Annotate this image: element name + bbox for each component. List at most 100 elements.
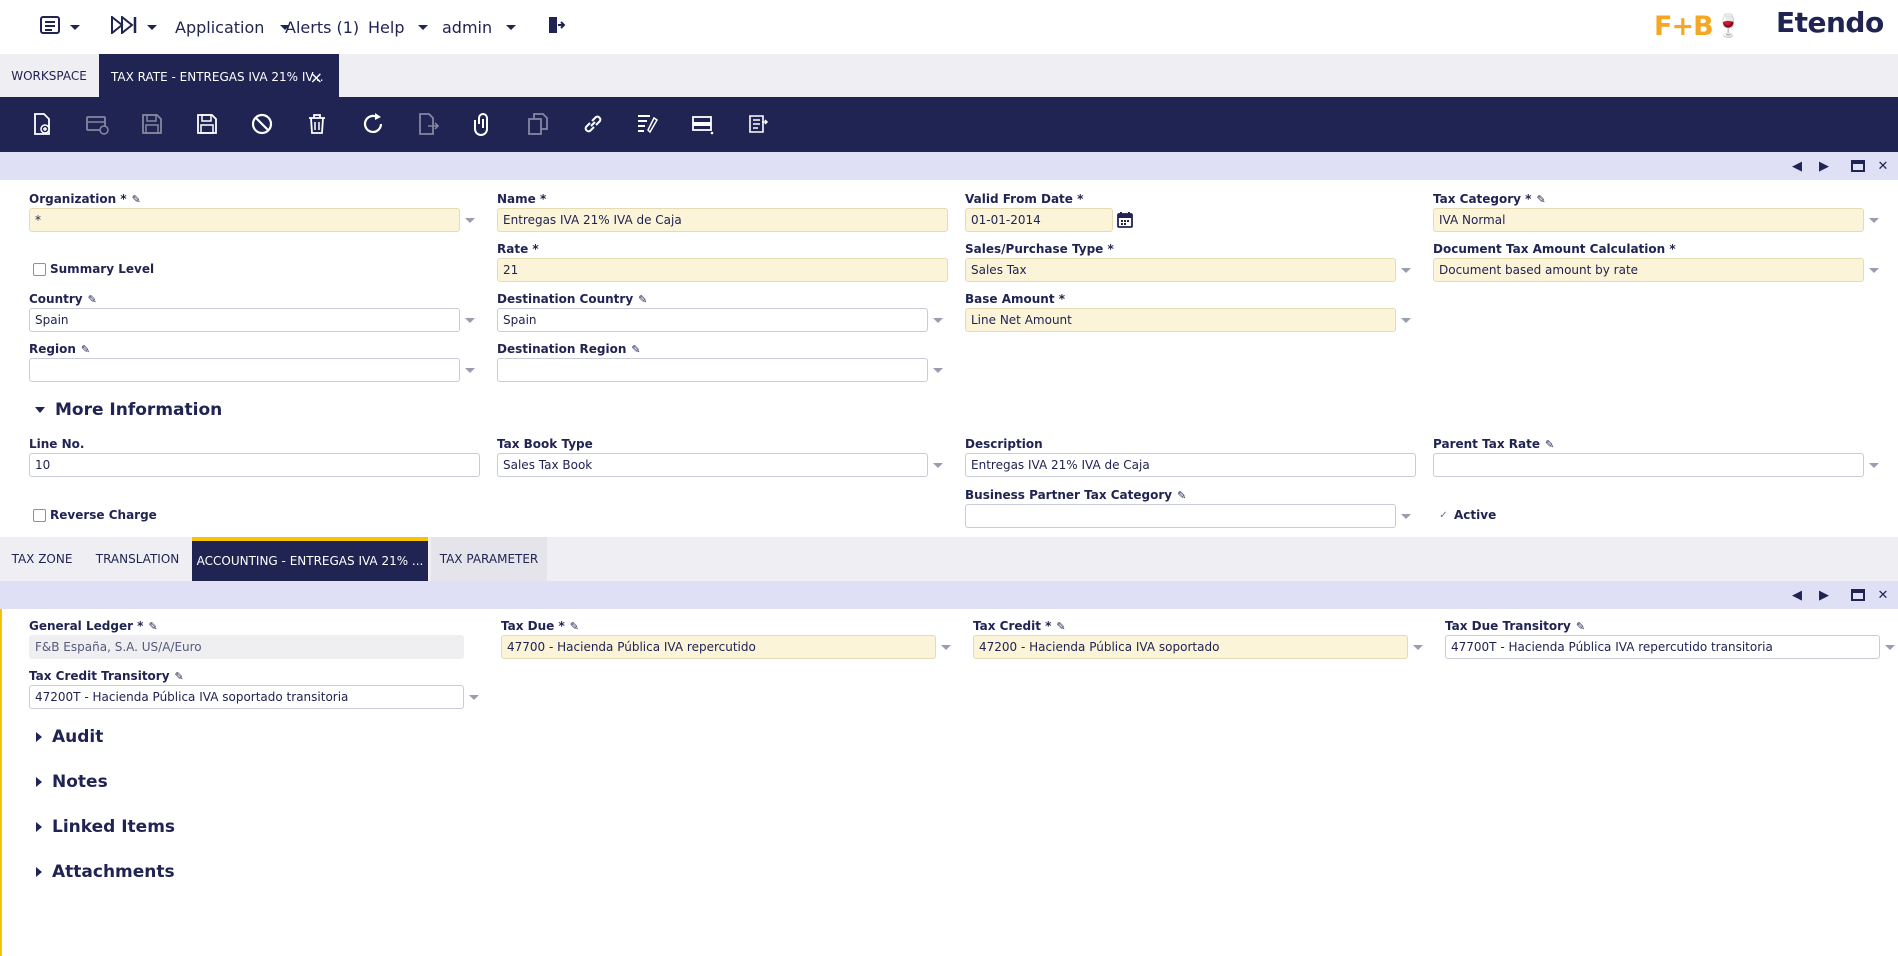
checkbox-box[interactable] xyxy=(33,262,46,276)
chevron-down-icon[interactable] xyxy=(933,463,943,468)
save-button[interactable] xyxy=(139,111,165,137)
chevron-down-icon[interactable] xyxy=(1869,463,1879,468)
maximize-icon[interactable] xyxy=(1850,587,1866,603)
chevron-down-icon[interactable] xyxy=(941,645,951,650)
tax-category-field[interactable]: IVA Normal xyxy=(1433,208,1864,232)
more-information-section-toggle[interactable]: More Information xyxy=(35,400,222,420)
name-field[interactable]: Entregas IVA 21% IVA de Caja xyxy=(497,208,948,232)
doc-tax-calc-field[interactable]: Document based amount by rate xyxy=(1433,258,1864,282)
chevron-down-icon[interactable] xyxy=(1885,645,1895,650)
line-no-field[interactable]: 10 xyxy=(29,453,480,477)
clone-button[interactable] xyxy=(525,111,551,137)
destination-region-label: Destination Region ✎ xyxy=(497,342,641,356)
destination-region-field[interactable] xyxy=(497,358,928,382)
tab-tax-parameter[interactable]: TAX PARAMETER xyxy=(431,537,547,581)
wine-glass-icon: 🍷 xyxy=(1714,13,1742,39)
checkbox-box[interactable] xyxy=(33,508,46,522)
tax-credit-field[interactable]: 47200 - Hacienda Pública IVA soportado xyxy=(973,635,1408,659)
calendar-icon[interactable] xyxy=(1116,211,1134,232)
rate-field[interactable]: 21 xyxy=(497,258,948,282)
organization-field[interactable]: * xyxy=(29,208,460,232)
bp-tax-category-field[interactable] xyxy=(965,504,1396,528)
audit-section-toggle[interactable]: Audit xyxy=(36,727,103,747)
close-form-icon[interactable]: ✕ xyxy=(1875,158,1891,174)
maximize-icon[interactable] xyxy=(1850,158,1866,174)
print-button[interactable] xyxy=(745,111,771,137)
close-form-icon[interactable]: ✕ xyxy=(1875,587,1891,603)
export-button[interactable] xyxy=(415,111,441,137)
chevron-down-icon[interactable] xyxy=(1401,514,1411,519)
chevron-down-icon[interactable] xyxy=(1401,318,1411,323)
save-close-button[interactable] xyxy=(194,111,220,137)
chevron-down-icon[interactable] xyxy=(465,218,475,223)
menu-button[interactable] xyxy=(40,16,80,38)
logout-button[interactable] xyxy=(546,16,566,38)
edit-pen-icon: ✎ xyxy=(638,292,648,306)
chevron-down-icon[interactable] xyxy=(1413,645,1423,650)
active-checkbox[interactable]: ✓ Active xyxy=(1437,508,1496,522)
save-icon xyxy=(142,114,162,134)
destination-country-field[interactable]: Spain xyxy=(497,308,928,332)
chevron-down-icon xyxy=(147,24,157,30)
previous-record-icon[interactable]: ◀ xyxy=(1789,158,1805,174)
view-toggle-button[interactable] xyxy=(690,111,716,137)
attach-button[interactable] xyxy=(470,111,496,137)
audit-trail-button[interactable] xyxy=(635,111,661,137)
tax-book-type-field[interactable]: Sales Tax Book xyxy=(497,453,928,477)
tab-accounting[interactable]: ACCOUNTING - ENTREGAS IVA 21% ... xyxy=(192,537,428,581)
chevron-down-icon[interactable] xyxy=(1869,218,1879,223)
application-label: Application xyxy=(175,17,265,37)
link-button[interactable] xyxy=(580,111,606,137)
next-record-icon[interactable]: ▶ xyxy=(1816,587,1832,603)
tab-workspace[interactable]: WORKSPACE xyxy=(0,54,98,97)
chevron-down-icon[interactable] xyxy=(1401,268,1411,273)
undo-button[interactable] xyxy=(249,111,275,137)
chevron-down-icon[interactable] xyxy=(465,318,475,323)
previous-record-icon[interactable]: ◀ xyxy=(1789,587,1805,603)
tax-due-field[interactable]: 47700 - Hacienda Pública IVA repercutido xyxy=(501,635,936,659)
triangle-right-icon xyxy=(36,867,42,877)
sales-purchase-type-field[interactable]: Sales Tax xyxy=(965,258,1396,282)
region-field[interactable] xyxy=(29,358,460,382)
delete-button[interactable] xyxy=(304,111,330,137)
alerts-link[interactable]: Alerts (1) xyxy=(285,16,359,38)
triangle-right-icon xyxy=(36,732,42,742)
tab-tax-rate[interactable]: TAX RATE - ENTREGAS IVA 21% IV... × xyxy=(99,54,339,97)
summary-level-checkbox[interactable]: Summary Level xyxy=(33,262,154,276)
quick-launch-button[interactable] xyxy=(111,14,157,38)
tax-book-type-label: Tax Book Type xyxy=(497,437,593,451)
logout-icon xyxy=(546,15,566,39)
base-amount-field[interactable]: Line Net Amount xyxy=(965,308,1396,332)
tax-due-transitory-field[interactable]: 47700T - Hacienda Pública IVA repercutid… xyxy=(1445,635,1880,659)
chevron-down-icon[interactable] xyxy=(933,368,943,373)
tab-translation[interactable]: TRANSLATION xyxy=(84,537,191,581)
reverse-charge-checkbox[interactable]: Reverse Charge xyxy=(33,508,157,522)
valid-from-date-field[interactable]: 01-01-2014 xyxy=(965,208,1113,232)
chevron-down-icon[interactable] xyxy=(465,368,475,373)
next-record-icon[interactable]: ▶ xyxy=(1816,158,1832,174)
help-menu[interactable]: Help xyxy=(368,16,429,38)
save-close-icon xyxy=(197,114,217,134)
attachments-section-toggle[interactable]: Attachments xyxy=(36,862,175,882)
tax-credit-transitory-field[interactable]: 47200T - Hacienda Pública IVA soportado … xyxy=(29,685,464,709)
tab-tax-zone[interactable]: TAX ZONE xyxy=(0,537,84,581)
close-tab-icon[interactable]: × xyxy=(310,68,323,87)
chevron-down-icon[interactable] xyxy=(1869,268,1879,273)
refresh-button[interactable] xyxy=(360,111,386,137)
application-menu[interactable]: Application xyxy=(175,16,291,38)
chevron-down-icon[interactable] xyxy=(933,318,943,323)
country-field[interactable]: Spain xyxy=(29,308,460,332)
parent-tax-rate-field[interactable] xyxy=(1433,453,1864,477)
notes-section-toggle[interactable]: Notes xyxy=(36,772,108,792)
check-icon[interactable]: ✓ xyxy=(1437,508,1450,522)
chevron-down-icon xyxy=(506,24,517,30)
description-field[interactable]: Entregas IVA 21% IVA de Caja xyxy=(965,453,1416,477)
tab-translation-label: TRANSLATION xyxy=(95,552,180,566)
linked-items-section-toggle[interactable]: Linked Items xyxy=(36,817,175,837)
paperclip-icon xyxy=(474,113,488,136)
new-row-button[interactable] xyxy=(84,111,110,137)
user-menu[interactable]: admin xyxy=(442,16,517,38)
chevron-down-icon[interactable] xyxy=(469,695,479,700)
edit-pen-icon: ✎ xyxy=(1544,437,1555,451)
new-document-button[interactable] xyxy=(29,111,55,137)
